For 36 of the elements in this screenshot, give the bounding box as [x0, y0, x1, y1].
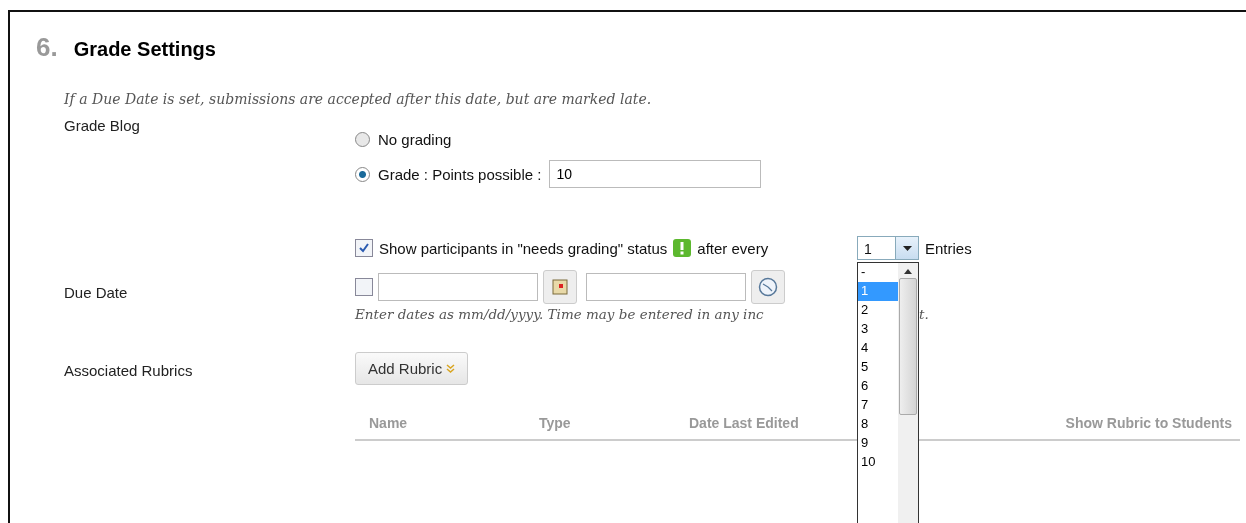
points-input-field[interactable]: 10: [549, 160, 762, 188]
time-input-field[interactable]: [586, 273, 746, 301]
after-every-label: after every: [697, 239, 769, 257]
checkbox[interactable]: [355, 278, 373, 296]
radio-label: No grading: [378, 131, 452, 148]
column-header: Name: [369, 415, 408, 431]
add-rubric-button[interactable]: Add Rubric: [355, 352, 469, 385]
radio-button[interactable]: [355, 132, 370, 147]
checkbox[interactable]: [355, 239, 373, 257]
calendar-icon: [552, 279, 568, 295]
field-label: Associated Rubrics: [64, 361, 194, 381]
column-header: Date Last Edited: [689, 415, 799, 431]
entries-label: Entries: [925, 239, 972, 257]
checkmark-icon: [358, 242, 370, 254]
section-number: 6.: [36, 32, 58, 63]
due-date-note: If a Due Date is set, submissions are accepted after this date, but are marked late.: [64, 91, 653, 107]
checkbox-label: Show participants in "needs grading" status: [379, 239, 668, 257]
date-format-hint: Enter dates as mm/dd/yyyy. Time may be entered in any inc: [355, 306, 765, 322]
date-input-field[interactable]: [378, 273, 538, 301]
scrollbar[interactable]: [898, 263, 918, 523]
scroll-up-icon[interactable]: [904, 269, 912, 274]
clock-button[interactable]: [751, 270, 785, 304]
date-format-hint-end: t.: [919, 306, 929, 322]
radio-label: Grade : Points possible :: [378, 165, 542, 183]
column-header: Type: [539, 415, 571, 431]
field-label: Grade Blog: [64, 117, 141, 136]
calendar-button[interactable]: [543, 270, 577, 304]
entries-select[interactable]: 1: [857, 236, 919, 260]
caret-icon: [902, 245, 912, 251]
clock-icon: [758, 277, 778, 297]
section-title: Grade Settings: [73, 38, 216, 61]
radio-button[interactable]: [355, 166, 370, 182]
column-header: Show Rubric to Students: [1065, 415, 1232, 431]
exclamation-icon: [673, 239, 692, 257]
field-label: Due Date: [64, 283, 129, 303]
double-chevron-icon: [446, 364, 456, 373]
